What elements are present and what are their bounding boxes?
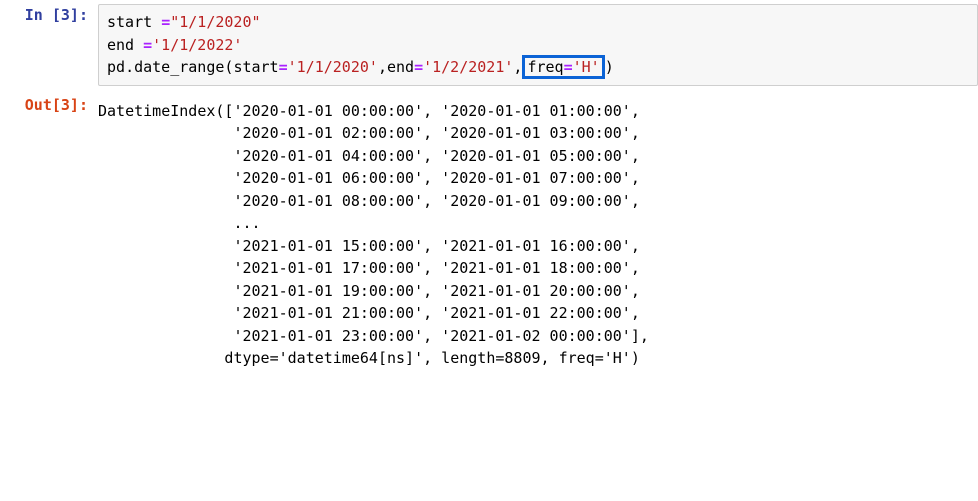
- code-token: start: [233, 58, 278, 76]
- code-token: =: [143, 36, 152, 54]
- code-token: freq: [527, 58, 563, 76]
- highlight-freq-h: freq='H': [522, 55, 604, 79]
- code-token: '1/1/2022': [152, 36, 242, 54]
- code-token: end: [387, 58, 414, 76]
- code-token: ,: [378, 58, 387, 76]
- code-token: end: [107, 36, 143, 54]
- code-token: '1/1/2020': [288, 58, 378, 76]
- code-input[interactable]: start ="1/1/2020" end ='1/1/2022' pd.dat…: [98, 4, 978, 86]
- code-token: =: [414, 58, 423, 76]
- code-token: '1/2/2021': [423, 58, 513, 76]
- code-token: "1/1/2020": [170, 13, 260, 31]
- code-token: pd: [107, 58, 125, 76]
- code-output: DatetimeIndex(['2020-01-01 00:00:00', '2…: [98, 94, 978, 376]
- code-token: =: [279, 58, 288, 76]
- code-token: start: [107, 13, 161, 31]
- code-token: ,: [513, 58, 522, 76]
- output-cell: Out[3]: DatetimeIndex(['2020-01-01 00:00…: [0, 90, 978, 380]
- code-token: .: [125, 58, 134, 76]
- input-cell: In [3]: start ="1/1/2020" end ='1/1/2022…: [0, 0, 978, 90]
- input-prompt: In [3]:: [0, 4, 98, 27]
- code-token: date_range: [134, 58, 224, 76]
- code-token: ): [605, 58, 614, 76]
- code-token: =: [161, 13, 170, 31]
- code-token: 'H': [573, 58, 600, 76]
- output-prompt: Out[3]:: [0, 94, 98, 117]
- code-token: =: [564, 58, 573, 76]
